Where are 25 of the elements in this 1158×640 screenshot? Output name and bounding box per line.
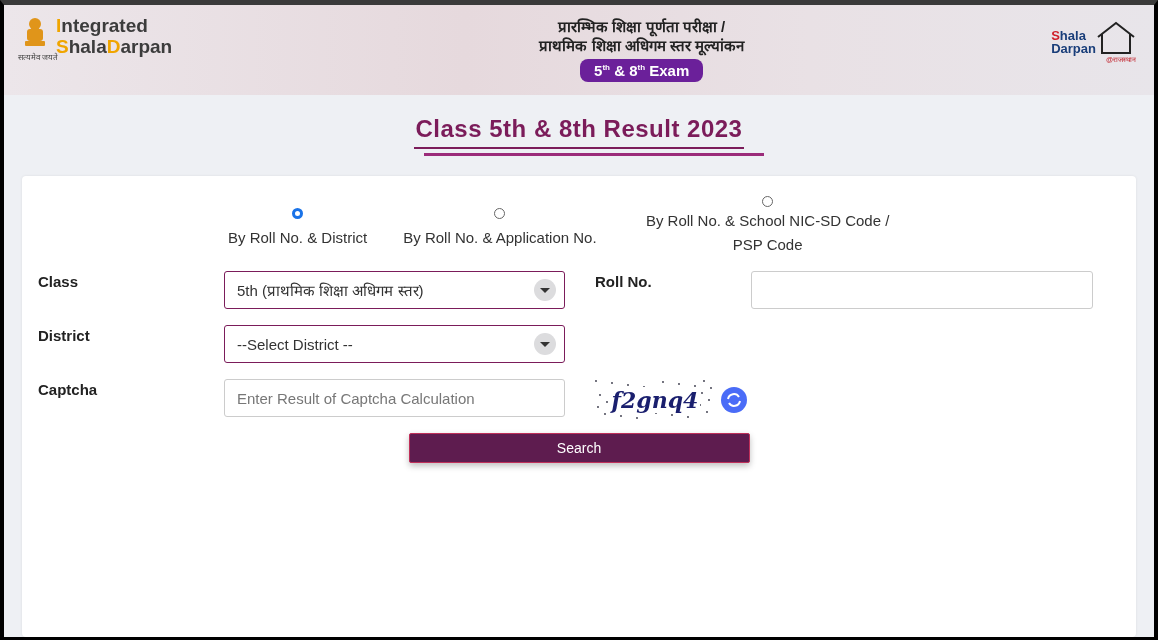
field-label: Roll No. xyxy=(594,272,653,290)
motto-text: सत्यमेव जयते xyxy=(18,53,59,62)
refresh-icon[interactable] xyxy=(721,387,747,413)
roll-number-field[interactable] xyxy=(751,271,1093,309)
captcha-field[interactable]: Enter Result of Captcha Calculation xyxy=(224,379,565,417)
caret-icon xyxy=(534,333,556,355)
brand-name: Integrated xyxy=(56,15,149,36)
district-select[interactable]: --Select District -- xyxy=(224,325,565,363)
page-title: Class 5th & 8th Result 2023 xyxy=(413,115,745,149)
search-option[interactable]: By Roll No. & District xyxy=(228,192,368,257)
class-select[interactable]: 5th (प्राथमिक शिक्षा अधिगम स्तर) xyxy=(224,271,565,309)
logo-text: Shala xyxy=(1051,29,1087,42)
exam-title: प्रारम्भिक शिक्षा पूर्णता परीक्षा / xyxy=(558,17,726,36)
exam-title: प्राथमिक शिक्षा अधिगम स्तर मूल्यांकन xyxy=(539,36,745,55)
house-icon xyxy=(1096,21,1136,55)
search-button[interactable]: Search xyxy=(408,433,750,463)
field-label: Class xyxy=(38,272,80,290)
search-option[interactable]: By Roll No. & School NIC-SD Code / PSP Code xyxy=(632,192,903,257)
field-label: Captcha xyxy=(38,380,99,398)
logo-text: Darpan xyxy=(1051,42,1096,55)
exam-badge: 5$^{th}$ & 8$^{th}$ Exam xyxy=(580,59,704,82)
field-label: District xyxy=(38,326,91,344)
captcha-image: f2gnq4 xyxy=(595,379,715,421)
caret-icon xyxy=(534,279,556,301)
search-option[interactable]: By Roll No. & Application No. xyxy=(403,192,597,257)
